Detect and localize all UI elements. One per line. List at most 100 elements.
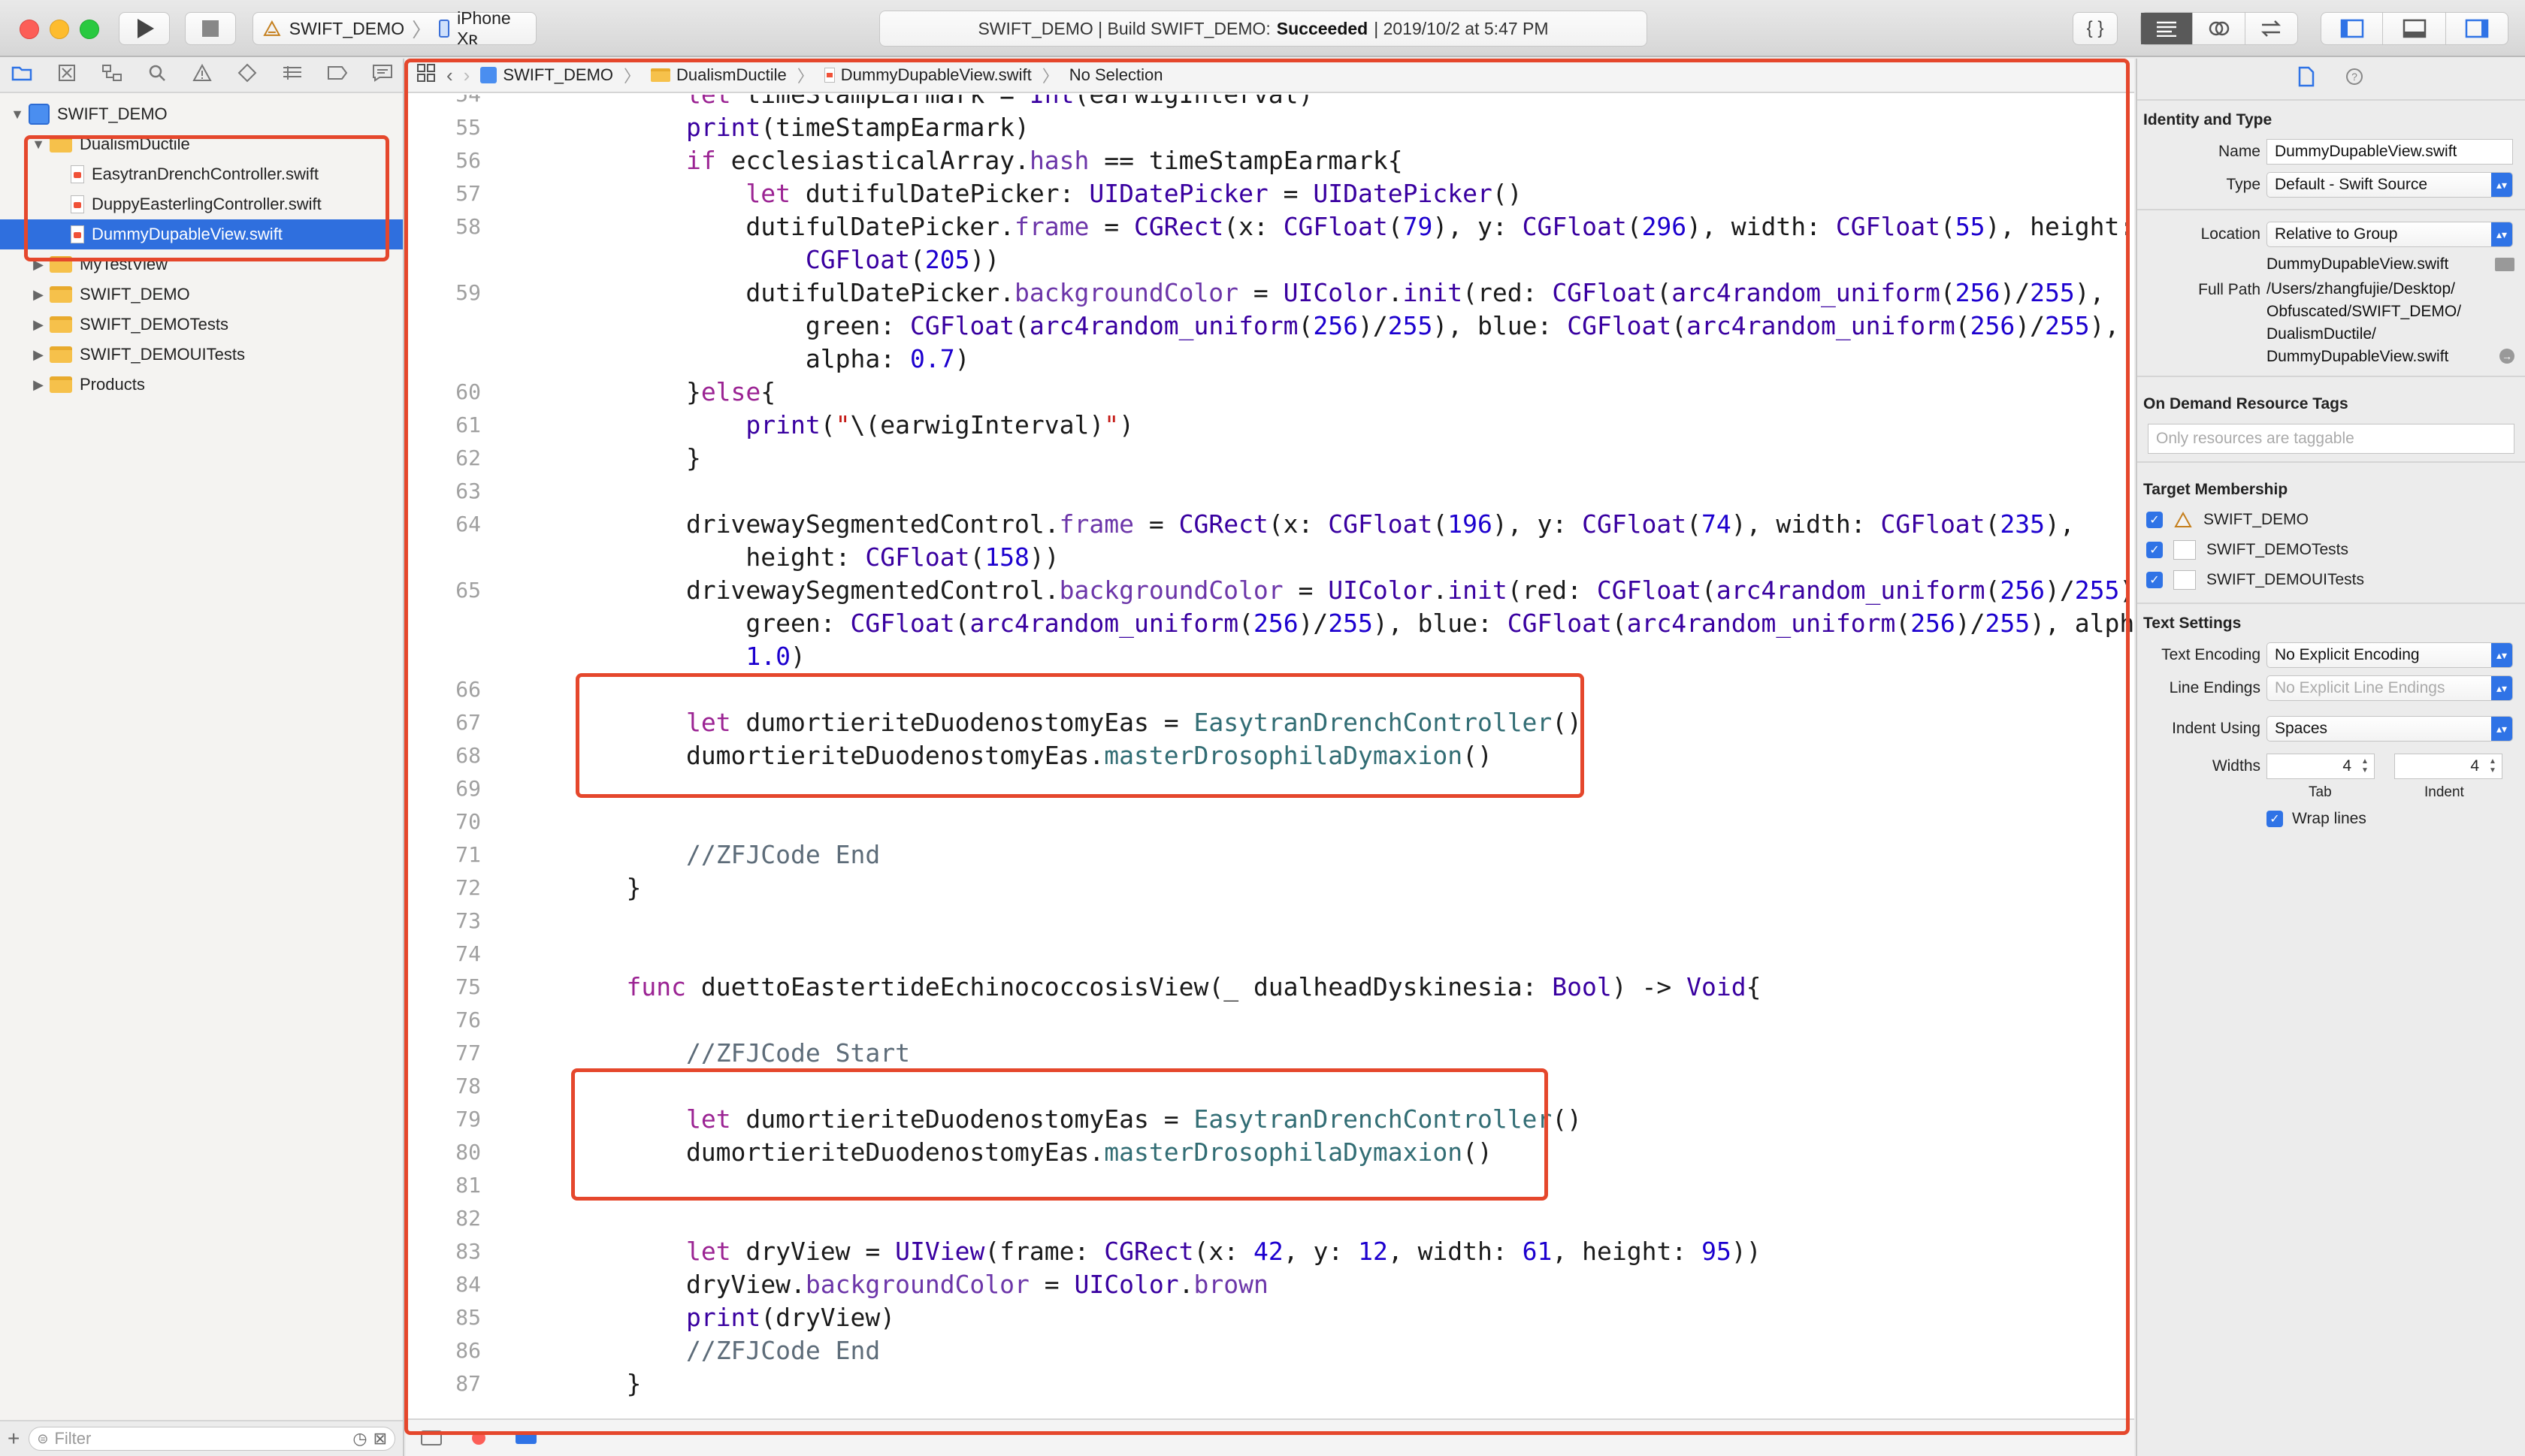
symbol-navigator-icon[interactable]	[101, 64, 123, 87]
tree-item-folder[interactable]: ▶ SWIFT_DEMOTests	[0, 310, 403, 340]
line-number[interactable]: 56	[406, 144, 481, 177]
disclosure-collapsed-icon[interactable]: ▶	[30, 347, 47, 363]
related-items-icon[interactable]	[416, 63, 436, 88]
line-number[interactable]: 71	[406, 838, 481, 871]
jumpbar-file[interactable]: DummyDupableView.swift	[824, 65, 1032, 85]
version-editor-icon[interactable]	[2245, 13, 2297, 44]
filter-input[interactable]: ⊜ Filter ◷ ⊠	[29, 1427, 395, 1451]
line-number[interactable]: 63	[406, 475, 481, 508]
tree-item-folder[interactable]: ▶ SWIFT_DEMOUITests	[0, 340, 403, 370]
tree-item-swift[interactable]: DuppyEasterlingController.swift	[0, 189, 403, 219]
line-number[interactable]: 77	[406, 1037, 481, 1070]
panel-toggle-segmented[interactable]	[2321, 12, 2508, 45]
line-number[interactable]: 61	[406, 409, 481, 442]
checkbox-checked-icon[interactable]: ✓	[2146, 572, 2163, 588]
line-endings-select[interactable]: No Explicit Line Endings ▴▾	[2266, 675, 2513, 701]
code-review-button[interactable]: { }	[2073, 12, 2118, 45]
jumpbar-project[interactable]: SWIFT_DEMO	[480, 65, 613, 85]
line-number[interactable]: 81	[406, 1169, 481, 1202]
line-number[interactable]: 82	[406, 1202, 481, 1235]
line-number[interactable]: 58	[406, 210, 481, 243]
line-number[interactable]: 54	[406, 95, 481, 111]
forward-chevron-icon[interactable]: ›	[464, 64, 470, 87]
line-number[interactable]: 74	[406, 938, 481, 971]
line-number[interactable]: 76	[406, 1004, 481, 1037]
tree-item-folder[interactable]: ▶ Products	[0, 370, 403, 400]
checkbox-checked-icon[interactable]: ✓	[2266, 811, 2283, 827]
line-number[interactable]: 55	[406, 111, 481, 144]
inspector-toggle-icon[interactable]	[2446, 13, 2508, 44]
line-number[interactable]: 67	[406, 706, 481, 739]
zoom-window-button[interactable]	[80, 20, 99, 39]
line-number[interactable]: 84	[406, 1268, 481, 1301]
file-inspector-icon[interactable]	[2298, 66, 2315, 92]
target-row[interactable]: ✓ SWIFT_DEMOUITests	[2137, 565, 2525, 595]
target-row[interactable]: ✓ SWIFT_DEMOTests	[2137, 535, 2525, 565]
location-select[interactable]: Relative to Group ▴▾	[2266, 222, 2513, 247]
code-text-area[interactable]: 54 let timeStampEarmark = Int(earwigInte…	[406, 95, 2134, 1417]
line-number[interactable]: 70	[406, 805, 481, 838]
tree-item-swift[interactable]: DummyDupableView.swift	[0, 219, 403, 249]
report-navigator-icon[interactable]	[371, 64, 394, 87]
debug-area-toggle-icon[interactable]	[2383, 13, 2446, 44]
add-icon[interactable]: +	[8, 1427, 20, 1451]
stepper-arrows-icon[interactable]: ▲ ▼	[2487, 757, 2499, 775]
jumpbar-selection[interactable]: No Selection	[1069, 65, 1163, 85]
encoding-select[interactable]: No Explicit Encoding ▴▾	[2266, 642, 2513, 668]
indent-using-select[interactable]: Spaces ▴▾	[2266, 716, 2513, 742]
disclosure-collapsed-icon[interactable]: ▶	[30, 287, 47, 303]
scheme-selector[interactable]: SWIFT_DEMO 〉 iPhone Xʀ	[252, 8, 537, 48]
line-number[interactable]: 87	[406, 1367, 481, 1400]
line-number[interactable]: 86	[406, 1334, 481, 1367]
line-number[interactable]: 73	[406, 905, 481, 938]
line-number[interactable]: 57	[406, 177, 481, 210]
disclosure-expanded-icon[interactable]: ▼	[9, 107, 26, 122]
disclosure-expanded-icon[interactable]: ▼	[30, 137, 47, 153]
breakpoint-navigator-icon[interactable]	[326, 65, 349, 86]
type-select[interactable]: Default - Swift Source ▴▾	[2266, 172, 2513, 198]
jumpbar-folder[interactable]: DualismDuctile	[651, 65, 787, 85]
line-number[interactable]: 80	[406, 1136, 481, 1169]
resource-tags-input[interactable]: Only resources are taggable	[2148, 424, 2514, 454]
find-navigator-icon[interactable]	[146, 64, 168, 87]
line-number[interactable]: 83	[406, 1235, 481, 1268]
indent-width-stepper[interactable]: 4 ▲ ▼	[2394, 754, 2502, 779]
folder-navigator-icon[interactable]	[11, 65, 33, 86]
standard-editor-icon[interactable]	[2141, 13, 2194, 44]
hide-debug-area-icon[interactable]	[421, 1430, 442, 1445]
run-button[interactable]	[119, 12, 170, 45]
checkbox-checked-icon[interactable]: ✓	[2146, 542, 2163, 558]
line-number[interactable]: 68	[406, 739, 481, 772]
tab-width-stepper[interactable]: 4 ▲ ▼	[2266, 754, 2375, 779]
close-window-button[interactable]	[20, 20, 39, 39]
line-number[interactable]: 64	[406, 508, 481, 541]
line-number[interactable]: 62	[406, 442, 481, 475]
tree-item-project[interactable]: ▼ SWIFT_DEMO	[0, 99, 403, 129]
issue-navigator-icon[interactable]	[191, 63, 213, 87]
line-number[interactable]: 66	[406, 673, 481, 706]
line-number[interactable]: 78	[406, 1070, 481, 1103]
breakpoints-activate-icon[interactable]	[472, 1431, 485, 1445]
disclosure-collapsed-icon[interactable]: ▶	[30, 257, 47, 273]
assistant-editor-icon[interactable]	[2193, 13, 2245, 44]
tree-item-folder[interactable]: ▶ SWIFT_DEMO	[0, 279, 403, 310]
checkbox-checked-icon[interactable]: ✓	[2146, 512, 2163, 528]
line-number[interactable]: 85	[406, 1301, 481, 1334]
wrap-lines-row[interactable]: ✓ Wrap lines	[2137, 802, 2525, 835]
line-number[interactable]: 72	[406, 871, 481, 905]
stepper-arrows-icon[interactable]: ▲ ▼	[2359, 757, 2371, 775]
debug-navigator-icon[interactable]	[281, 65, 304, 86]
line-number[interactable]: 65	[406, 574, 481, 607]
reveal-in-finder-icon[interactable]: →	[2499, 349, 2514, 364]
line-number[interactable]: 75	[406, 971, 481, 1004]
test-navigator-icon[interactable]	[236, 63, 259, 88]
navigator-toggle-icon[interactable]	[2321, 13, 2384, 44]
back-chevron-icon[interactable]: ‹	[446, 64, 453, 87]
breakpoint-tag-icon[interactable]	[516, 1432, 537, 1444]
editor-mode-segmented[interactable]	[2140, 12, 2298, 45]
tree-item-folder[interactable]: ▶ MyTestView	[0, 249, 403, 279]
disclosure-collapsed-icon[interactable]: ▶	[30, 377, 47, 393]
tree-item-swift[interactable]: EasytranDrenchController.swift	[0, 159, 403, 189]
name-field[interactable]: DummyDupableView.swift	[2266, 139, 2513, 165]
tree-item-folder[interactable]: ▼ DualismDuctile	[0, 129, 403, 159]
